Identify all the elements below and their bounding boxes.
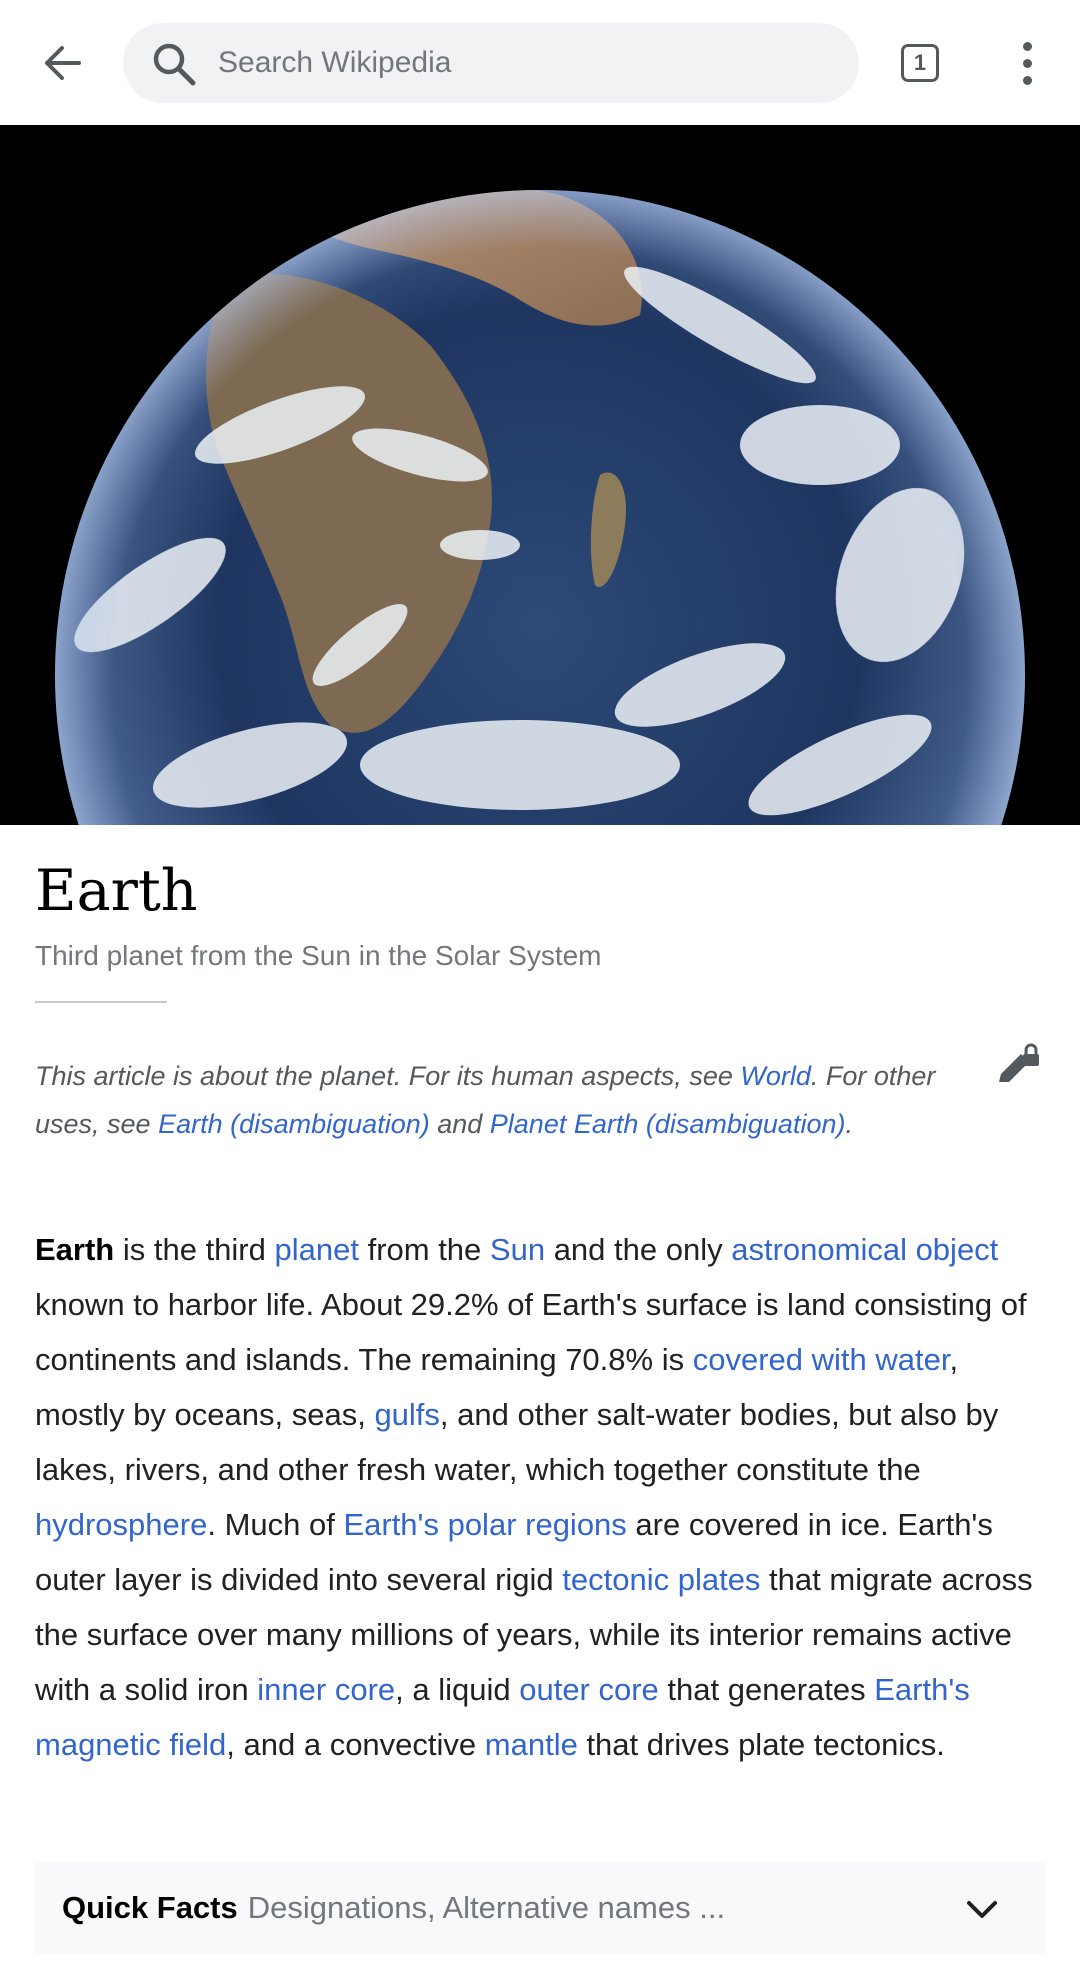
- link-mantle[interactable]: mantle: [485, 1727, 578, 1762]
- text-run: . Much of: [207, 1507, 344, 1542]
- article-intro-paragraph: Earth is the third planet from the Sun a…: [35, 1222, 1050, 1772]
- quick-facts-toggle[interactable]: Quick Facts Designations, Alternative na…: [35, 1862, 1045, 1954]
- link-gulfs[interactable]: gulfs: [374, 1397, 439, 1432]
- link-astronomical-object[interactable]: astronomical object: [731, 1232, 998, 1267]
- page-title: Earth: [35, 858, 198, 924]
- earth-photo: [0, 125, 1080, 825]
- search-icon: [153, 43, 196, 86]
- quick-facts-summary: Designations, Alternative names ...: [247, 1890, 726, 1925]
- text-run: from the: [358, 1232, 490, 1267]
- search-input[interactable]: [218, 23, 818, 103]
- arrow-left-icon: [45, 46, 81, 80]
- tabs-button[interactable]: 1: [895, 35, 945, 91]
- link-covered-with-water[interactable]: covered with water: [693, 1342, 950, 1377]
- text-run: that drives plate tectonics.: [577, 1727, 945, 1762]
- top-toolbar: 1: [0, 0, 1080, 125]
- link-planet-earth-disambiguation[interactable]: Planet Earth (disambiguation): [490, 1109, 846, 1139]
- page-description: Third planet from the Sun in the Solar S…: [35, 940, 602, 971]
- hatnote-text: .: [845, 1108, 853, 1139]
- edit-lock-icon: [999, 1043, 1039, 1082]
- bold-term: Earth: [35, 1232, 115, 1267]
- text-run: , a liquid: [395, 1672, 520, 1707]
- link-planet[interactable]: planet: [275, 1232, 359, 1267]
- lead-image[interactable]: [0, 125, 1080, 825]
- text-run: and the only: [545, 1232, 732, 1267]
- search-bar[interactable]: [123, 23, 859, 103]
- edit-locked-button[interactable]: [995, 1040, 1045, 1090]
- hatnote: This article is about the planet. For it…: [35, 1053, 955, 1148]
- link-inner-core[interactable]: inner core: [257, 1672, 395, 1707]
- more-options-button[interactable]: [1000, 33, 1054, 93]
- more-vertical-icon: [1022, 41, 1032, 51]
- more-dot: [1022, 58, 1032, 68]
- hatnote-text: This article is about the planet. For it…: [35, 1061, 741, 1091]
- hatnote-text: and: [429, 1108, 490, 1139]
- more-dot: [1022, 75, 1032, 85]
- title-divider: [35, 1001, 167, 1003]
- text-run: , and a convective: [226, 1727, 485, 1762]
- text-run: is the third: [114, 1232, 275, 1267]
- quick-facts-title: Quick Facts: [62, 1890, 238, 1925]
- tab-count-badge: 1: [901, 44, 939, 82]
- link-world[interactable]: World: [740, 1061, 811, 1091]
- link-sun[interactable]: Sun: [490, 1232, 545, 1267]
- link-hydrosphere[interactable]: hydrosphere: [35, 1507, 207, 1542]
- link-polar-regions[interactable]: Earth's polar regions: [343, 1507, 626, 1542]
- chevron-down-icon: [967, 1901, 997, 1918]
- link-earth-disambiguation[interactable]: Earth (disambiguation): [158, 1109, 430, 1139]
- back-button[interactable]: [30, 28, 94, 98]
- link-outer-core[interactable]: outer core: [519, 1672, 659, 1707]
- text-run: that generates: [658, 1672, 875, 1707]
- link-tectonic-plates[interactable]: tectonic plates: [562, 1562, 760, 1597]
